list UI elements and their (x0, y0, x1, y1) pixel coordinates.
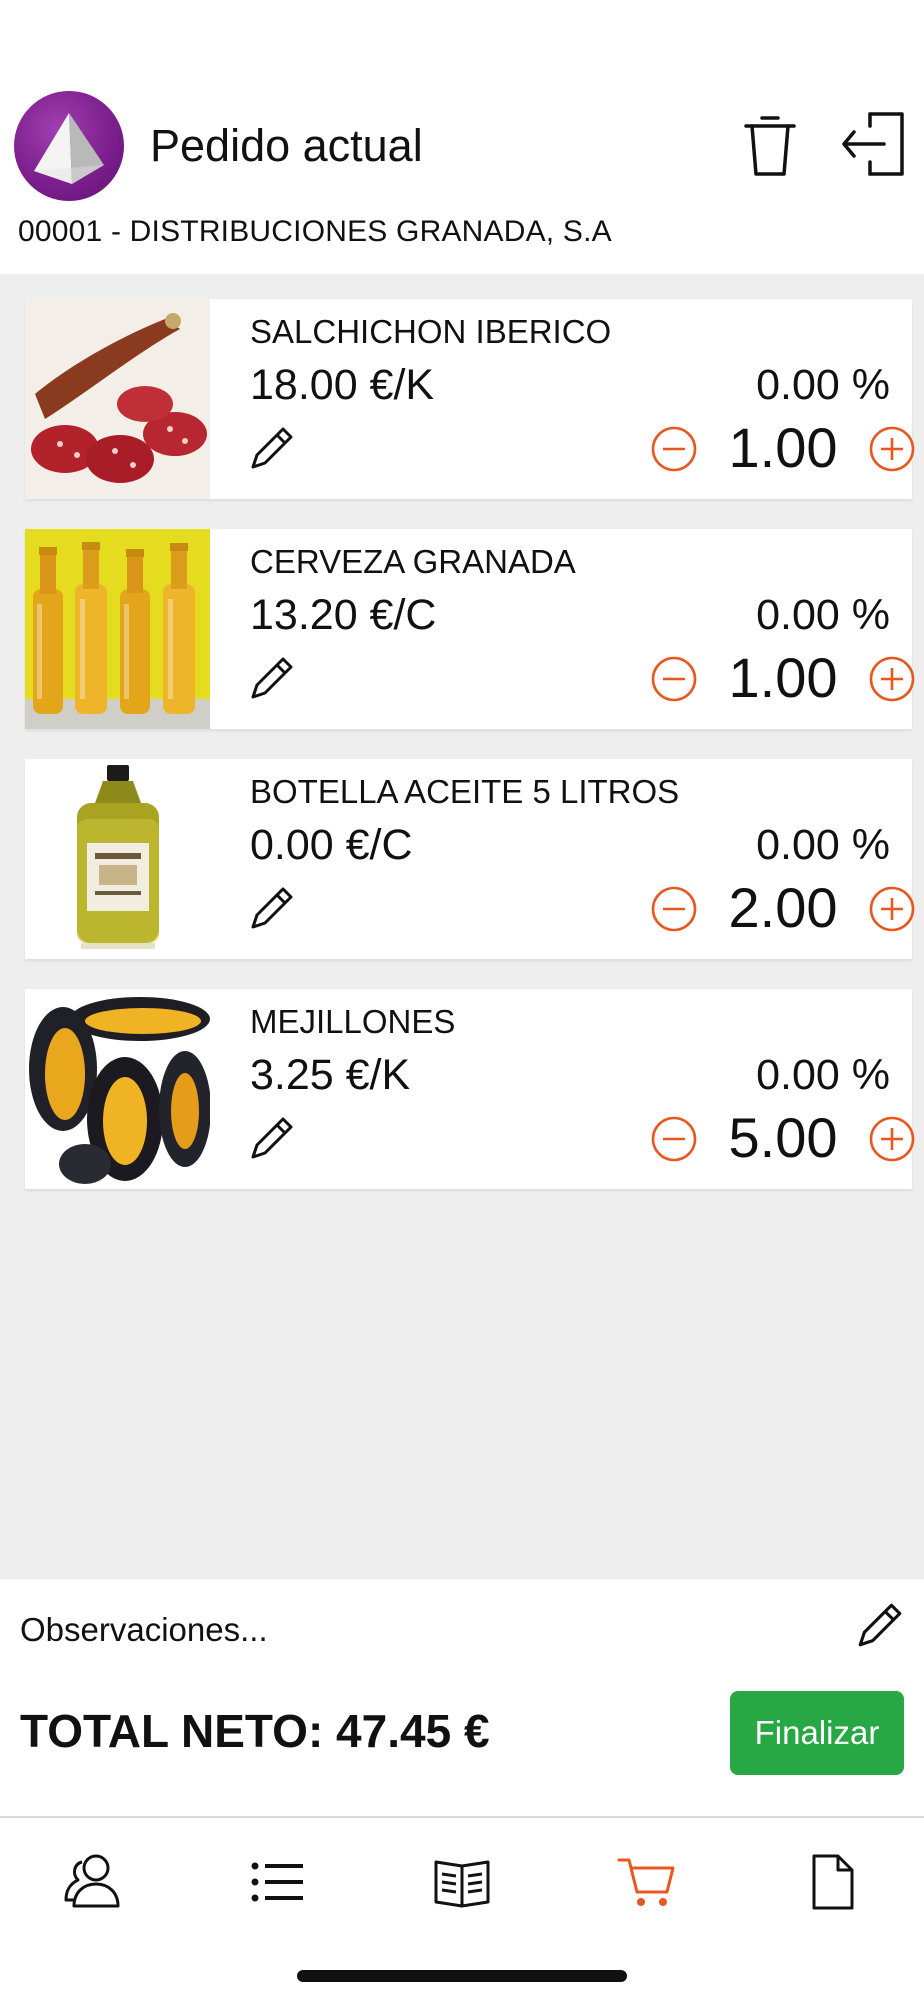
product-discount: 0.00 % (756, 1051, 890, 1099)
pencil-icon (251, 657, 293, 699)
nav-catalog[interactable] (430, 1850, 494, 1914)
quantity-value[interactable]: 1.00 (710, 645, 856, 710)
plus-circle-icon (869, 1116, 915, 1162)
edit-line-button[interactable] (247, 423, 297, 473)
pencil-icon (858, 1603, 902, 1647)
plus-circle-icon (869, 886, 915, 932)
logout-icon (842, 112, 904, 176)
total-net: TOTAL NETO: 47.45 € (20, 1705, 490, 1757)
order-line-card[interactable]: SALCHICHON IBERICO 18.00 €/K 0.00 % 1.00 (25, 299, 915, 499)
order-lines-list: SALCHICHON IBERICO 18.00 €/K 0.00 % 1.00 (0, 274, 924, 1579)
page-title: Pedido actual (150, 120, 423, 171)
pencil-icon (251, 887, 293, 929)
pencil-icon (251, 427, 293, 469)
nav-list[interactable] (245, 1850, 309, 1914)
quantity-value[interactable]: 2.00 (710, 875, 856, 940)
quantity-value[interactable]: 5.00 (710, 1105, 856, 1170)
product-image (25, 299, 210, 499)
minus-circle-icon (651, 886, 697, 932)
edit-line-button[interactable] (247, 883, 297, 933)
product-discount: 0.00 % (756, 821, 890, 869)
nav-clients[interactable] (60, 1850, 124, 1914)
edit-observations-button[interactable] (854, 1599, 906, 1651)
catalog-icon (434, 1860, 490, 1908)
product-image (25, 759, 210, 959)
list-icon (251, 1862, 303, 1902)
edit-line-button[interactable] (247, 1113, 297, 1163)
product-name: CERVEZA GRANADA (250, 543, 576, 580)
edit-line-button[interactable] (247, 653, 297, 703)
home-indicator (297, 1970, 627, 1982)
order-line-card[interactable]: BOTELLA ACEITE 5 LITROS 0.00 €/C 0.00 % … (25, 759, 915, 959)
product-price: 0.00 €/C (250, 821, 413, 869)
trash-icon (744, 116, 796, 176)
decrease-quantity-button[interactable] (650, 655, 698, 703)
nav-cart[interactable] (615, 1850, 679, 1914)
observations-field[interactable]: Observaciones... (20, 1611, 268, 1649)
pyramid-logo-icon (14, 91, 124, 201)
nav-documents[interactable] (800, 1850, 864, 1914)
product-price: 3.25 €/K (250, 1051, 411, 1099)
product-price: 18.00 €/K (250, 361, 435, 409)
minus-circle-icon (651, 426, 697, 472)
pencil-icon (251, 1117, 293, 1159)
quantity-value[interactable]: 1.00 (710, 415, 856, 480)
order-summary: Observaciones... TOTAL NETO: 47.45 € Fin… (0, 1579, 924, 1819)
product-discount: 0.00 % (756, 591, 890, 639)
product-name: MEJILLONES (250, 1003, 456, 1040)
decrease-quantity-button[interactable] (650, 1115, 698, 1163)
order-line-card[interactable]: CERVEZA GRANADA 13.20 €/C 0.00 % 1.00 (25, 529, 915, 729)
finalize-button[interactable]: Finalizar (730, 1691, 904, 1775)
plus-circle-icon (869, 656, 915, 702)
increase-quantity-button[interactable] (868, 1115, 916, 1163)
minus-circle-icon (651, 656, 697, 702)
clients-icon (64, 1854, 120, 1908)
decrease-quantity-button[interactable] (650, 425, 698, 473)
increase-quantity-button[interactable] (868, 655, 916, 703)
product-name: SALCHICHON IBERICO (250, 313, 612, 350)
header: Pedido actual 00001 - DISTRIBUCIONES GRA… (0, 0, 924, 274)
minus-circle-icon (651, 1116, 697, 1162)
product-discount: 0.00 % (756, 361, 890, 409)
increase-quantity-button[interactable] (868, 885, 916, 933)
order-line-card[interactable]: MEJILLONES 3.25 €/K 0.00 % 5.00 (25, 989, 915, 1189)
cart-icon (617, 1858, 675, 1906)
client-name: 00001 - DISTRIBUCIONES GRANADA, S.A (18, 215, 612, 248)
plus-circle-icon (869, 426, 915, 472)
product-image (25, 989, 210, 1189)
product-image (25, 529, 210, 729)
decrease-quantity-button[interactable] (650, 885, 698, 933)
product-price: 13.20 €/C (250, 591, 437, 639)
product-name: BOTELLA ACEITE 5 LITROS (250, 773, 680, 810)
logout-button[interactable] (840, 110, 908, 178)
document-icon (812, 1854, 854, 1910)
delete-order-button[interactable] (742, 110, 798, 180)
increase-quantity-button[interactable] (868, 425, 916, 473)
